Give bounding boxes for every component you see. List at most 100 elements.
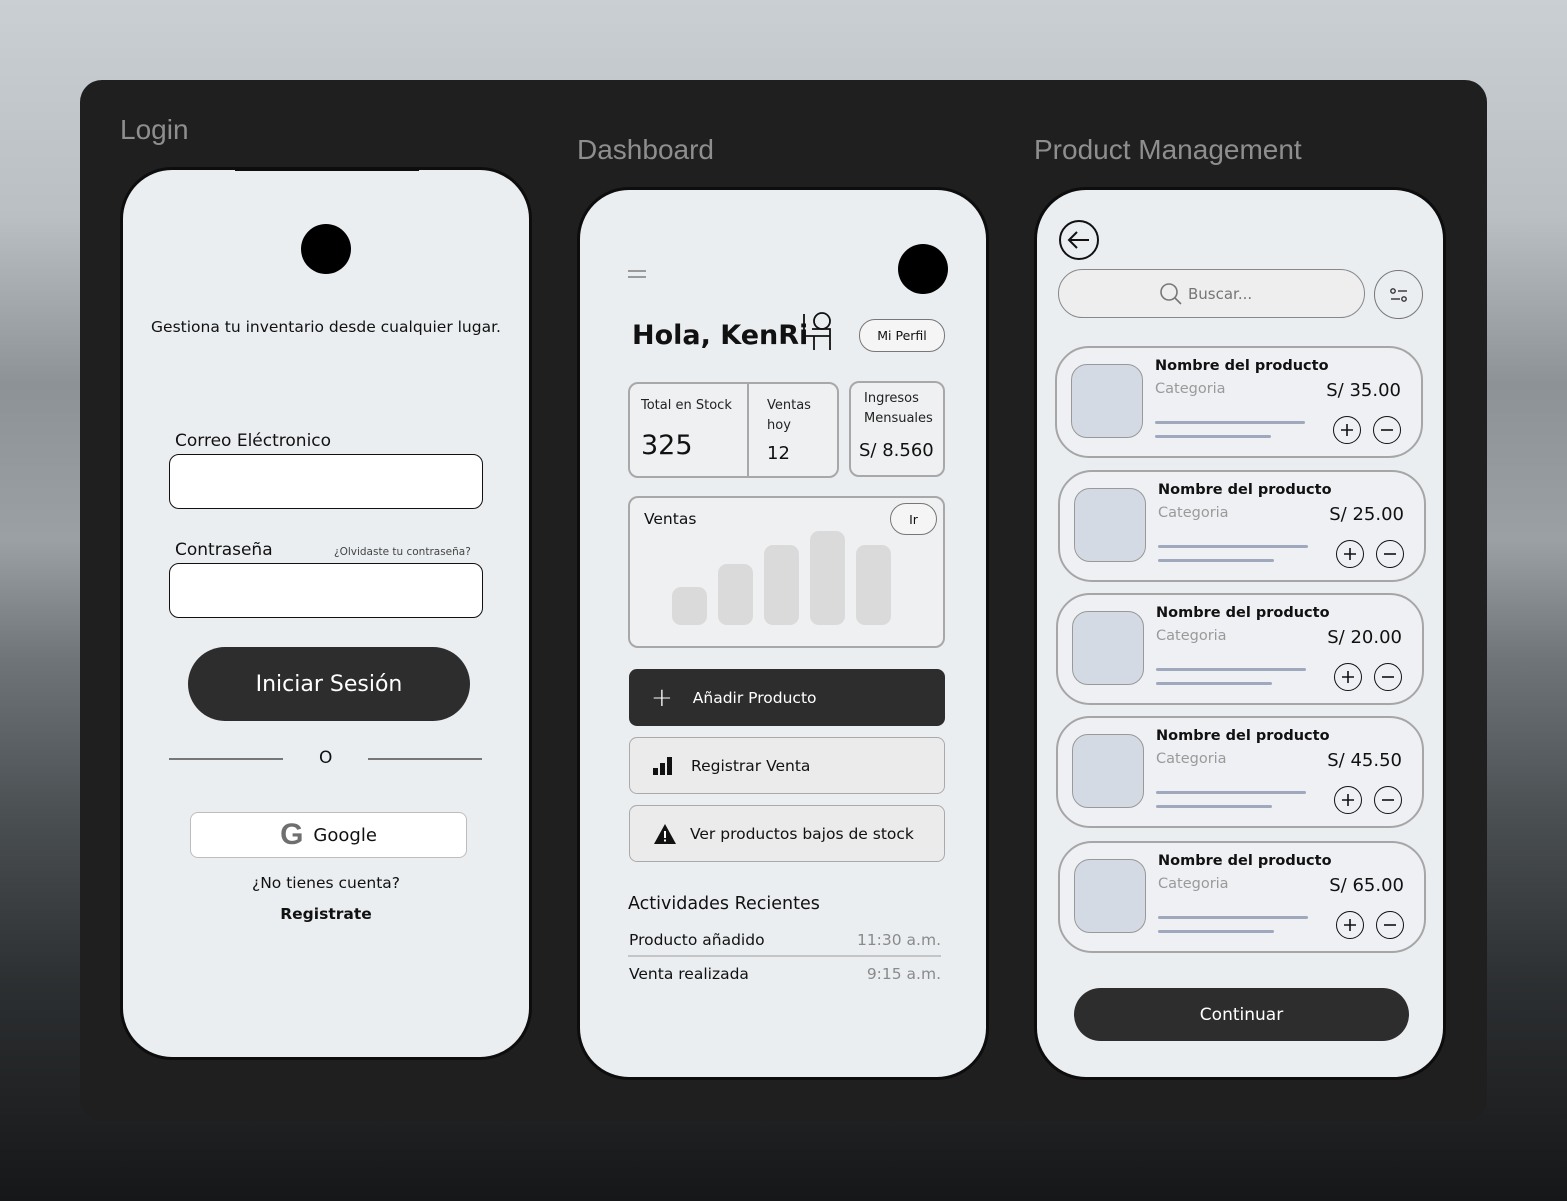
search-icon [1160,282,1182,305]
password-field[interactable] [169,563,483,618]
plus-icon: + [651,682,673,713]
product-thumbnail [1072,734,1144,808]
login-button-label: Iniciar Sesión [255,671,403,697]
product-thumbnail [1074,488,1146,562]
add-product-button[interactable]: + Añadir Producto [629,669,945,726]
register-link[interactable]: Registrate [123,905,529,923]
minus-icon[interactable] [1376,911,1404,939]
minus-icon[interactable] [1374,786,1402,814]
product-line [1158,545,1308,548]
greeting: Hola, KenRi [632,320,809,351]
product-category: Categoria [1158,505,1229,521]
product-line [1158,930,1274,933]
sales-bar [718,564,753,625]
product-line [1156,668,1306,671]
product-thumbnail [1074,859,1146,933]
stock-sales-card: Total en Stock 325 Ventas hoy 12 [628,382,839,478]
product-price: S/ 35.00 [1326,380,1401,401]
product-card[interactable]: Nombre del producto Categoria S/ 20.00 [1056,593,1424,705]
sales-bar [764,545,799,625]
product-card[interactable]: Nombre del producto Categoria S/ 65.00 [1058,841,1426,953]
sales-go-label: Ir [909,511,918,527]
notch [235,170,419,171]
activity-row: Venta realizada 9:15 a.m. [629,965,941,983]
google-button-label: Google [313,824,377,846]
filter-button[interactable] [1374,270,1423,319]
product-price: S/ 20.00 [1327,627,1402,648]
search-bar[interactable] [1058,269,1365,318]
product-category: Categoria [1156,628,1227,644]
divider-text: O [319,748,333,768]
sales-bar [672,587,707,625]
login-button[interactable]: Iniciar Sesión [188,647,470,721]
stat-divider [747,384,749,476]
menu-icon[interactable] [628,270,646,282]
income-card: Ingresos Mensuales S/ 8.560 [849,381,945,477]
bar-chart-icon [653,756,672,775]
recent-title: Actividades Recientes [628,894,820,914]
plus-icon[interactable] [1336,540,1364,568]
income-label: Ingresos Mensuales [864,391,933,426]
minus-icon[interactable] [1376,540,1404,568]
register-sale-label: Registrar Venta [691,756,811,775]
product-card[interactable]: Nombre del producto Categoria S/ 45.50 [1056,716,1424,828]
google-icon: G [280,818,304,851]
stock-label: Total en Stock [641,398,732,413]
avatar[interactable] [898,244,948,294]
product-name: Nombre del producto [1158,482,1332,498]
low-stock-label: Ver productos bajos de stock [690,824,914,843]
product-card[interactable]: Nombre del producto Categoria S/ 25.00 [1058,470,1426,582]
email-label: Correo Eléctronico [175,431,332,451]
divider-right [368,758,482,760]
logo-placeholder [301,224,351,274]
activity-time: 11:30 a.m. [856,931,941,949]
sales-today-label: Ventas hoy [767,398,811,433]
login-phone: Gestiona tu inventario desde cualquier l… [120,167,532,1060]
back-arrow-icon[interactable] [1058,220,1100,260]
continue-button[interactable]: Continuar [1074,988,1409,1041]
product-price: S/ 25.00 [1329,504,1404,525]
sales-bar [810,531,845,625]
plus-icon[interactable] [1333,416,1361,444]
product-name: Nombre del producto [1155,358,1329,374]
divider-left [169,758,283,760]
product-category: Categoria [1156,751,1227,767]
login-section-title: Login [120,114,189,145]
income-value: S/ 8.560 [859,440,934,461]
product-category: Categoria [1155,381,1226,397]
sales-card: Ventas Ir [628,496,945,648]
activity-divider [628,955,941,957]
product-name: Nombre del producto [1158,853,1332,869]
forgot-password-link[interactable]: ¿Olvidaste tu contraseña? [334,546,471,558]
product-price: S/ 65.00 [1329,875,1404,896]
minus-icon[interactable] [1373,416,1401,444]
plus-icon[interactable] [1336,911,1364,939]
plus-icon[interactable] [1334,663,1362,691]
sales-title: Ventas [644,510,697,528]
product-name: Nombre del producto [1156,605,1330,621]
warning-icon [654,823,676,844]
low-stock-button[interactable]: Ver productos bajos de stock [629,805,945,862]
product-price: S/ 45.50 [1327,750,1402,771]
google-login-button[interactable]: G Google [190,812,467,858]
product-line [1156,805,1272,808]
products-section-title: Product Management [1034,134,1302,165]
no-account-text: ¿No tienes cuenta? [251,874,401,892]
product-category: Categoria [1158,876,1229,892]
user-chair-icon [803,312,831,350]
sales-bar [856,545,891,625]
product-card[interactable]: Nombre del producto Categoria S/ 35.00 [1055,346,1423,458]
activity-label: Producto añadido [629,931,765,949]
register-sale-button[interactable]: Registrar Venta [629,737,945,794]
search-input[interactable] [1188,284,1263,303]
plus-icon[interactable] [1334,786,1362,814]
profile-button[interactable]: Mi Perfil [859,319,945,352]
minus-icon[interactable] [1374,663,1402,691]
password-label: Contraseña [175,540,273,560]
dashboard-section-title: Dashboard [577,134,714,165]
product-line [1156,682,1272,685]
product-line [1155,421,1305,424]
product-thumbnail [1072,611,1144,685]
sales-go-button[interactable]: Ir [890,503,937,535]
email-field[interactable] [169,454,483,509]
